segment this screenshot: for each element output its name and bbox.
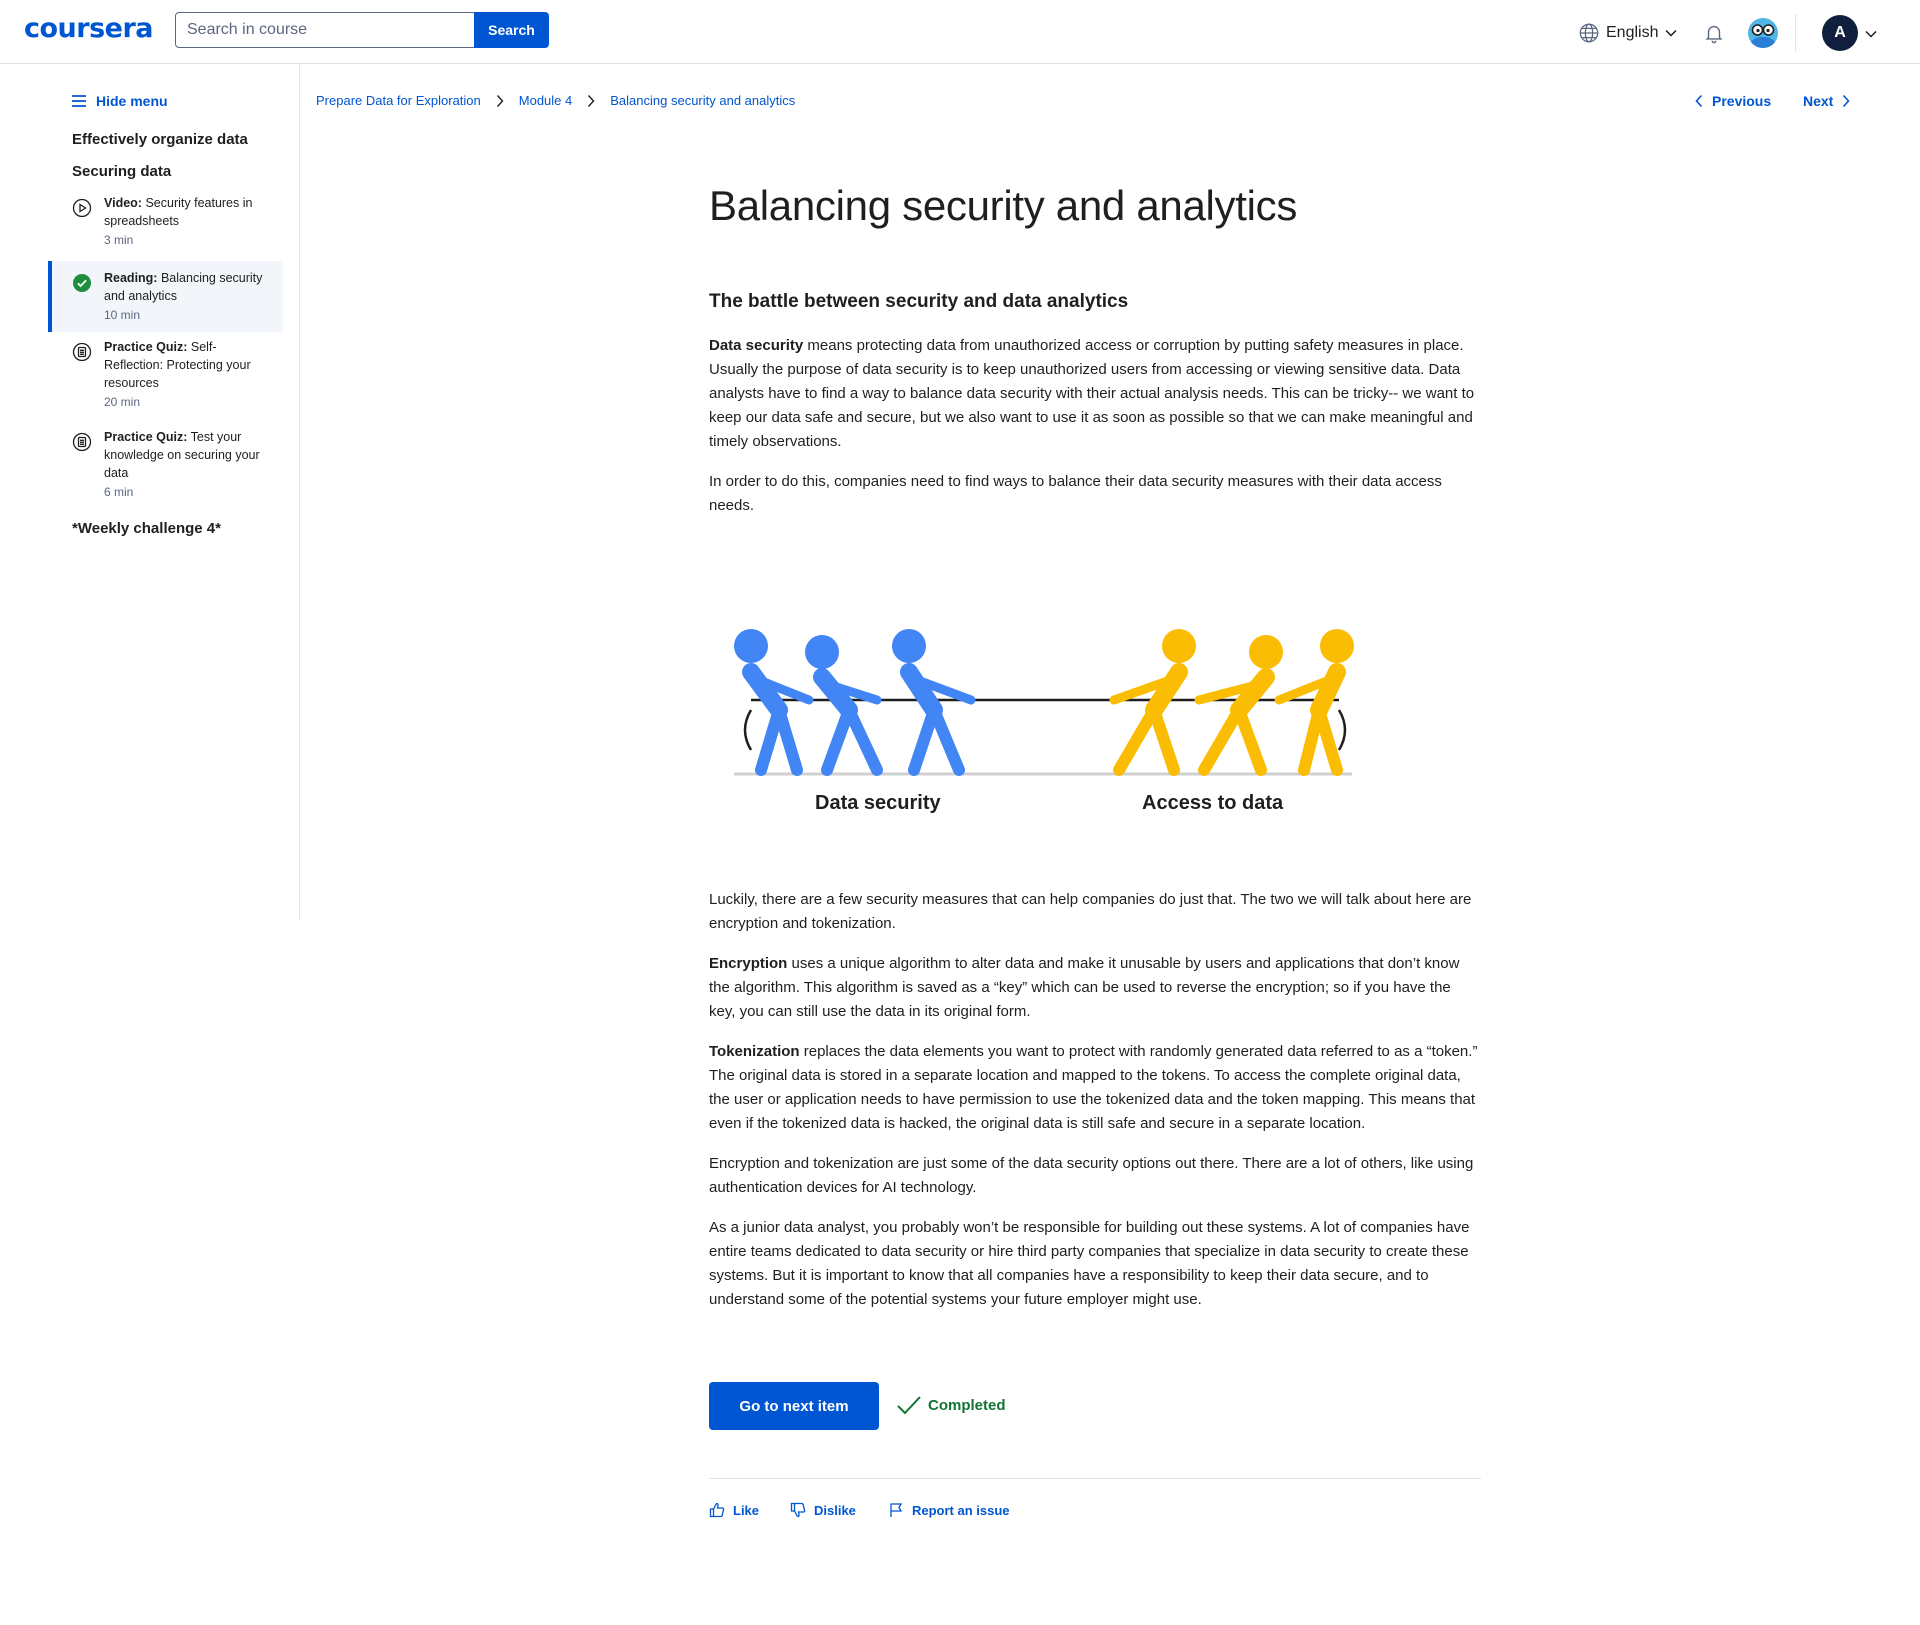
like-label: Like xyxy=(733,1502,760,1518)
chevron-left-icon xyxy=(1695,94,1703,108)
go-to-next-item-button[interactable]: Go to next item xyxy=(709,1382,879,1430)
search-input[interactable] xyxy=(175,12,475,48)
item-kind: Video: xyxy=(104,196,142,210)
hide-menu-label: Hide menu xyxy=(96,93,168,109)
item-kind: Reading: xyxy=(104,271,158,285)
globe-icon xyxy=(1579,23,1599,43)
chevron-down-icon xyxy=(1665,29,1678,37)
chevron-right-icon xyxy=(1843,94,1850,108)
term-encryption: Encryption xyxy=(709,955,788,972)
language-selector[interactable]: English xyxy=(1578,22,1678,44)
paragraph-text: means protecting data from unauthorized … xyxy=(709,337,1475,450)
item-duration: 10 min xyxy=(104,308,141,322)
section-heading: The battle between security and data ana… xyxy=(709,291,1129,312)
term-data-security: Data security xyxy=(709,337,804,354)
section-title-securing[interactable]: Securing data xyxy=(72,163,171,180)
term-tokenization: Tokenization xyxy=(709,1043,800,1060)
next-label: Next xyxy=(1803,93,1834,109)
dislike-button[interactable]: Dislike xyxy=(790,1502,856,1518)
paragraph-text: replaces the data elements you want to p… xyxy=(709,1043,1478,1132)
course-outline-sidebar: Hide menu Effectively organize data Secu… xyxy=(0,64,300,920)
previous-label: Previous xyxy=(1712,93,1772,109)
breadcrumb-current[interactable]: Balancing security and analytics xyxy=(610,93,795,108)
section-title-organize[interactable]: Effectively organize data xyxy=(72,131,248,148)
language-label: English xyxy=(1606,24,1659,41)
report-label: Report an issue xyxy=(912,1502,1010,1518)
sidebar-item-practice-quiz-1[interactable]: Practice Quiz: Self-Reflection: Protecti… xyxy=(48,334,283,420)
item-duration: 20 min xyxy=(104,395,141,409)
user-avatar[interactable]: A xyxy=(1822,15,1858,51)
notification-bell-icon[interactable] xyxy=(1703,22,1725,44)
header-divider xyxy=(1795,14,1796,52)
completed-status: Completed xyxy=(896,1394,1006,1416)
quiz-icon xyxy=(72,342,92,362)
coursera-logo[interactable]: coursera xyxy=(24,13,154,44)
breadcrumb-module[interactable]: Module 4 xyxy=(519,93,572,108)
tug-of-war-illustration: Data security Access to data xyxy=(709,580,1369,830)
figure-label-data-security: Data security xyxy=(815,792,941,814)
quiz-icon xyxy=(72,432,92,452)
menu-icon xyxy=(72,95,86,107)
sidebar-item-reading-active[interactable]: Reading: Balancing security and analytic… xyxy=(48,261,283,332)
content-divider xyxy=(709,1478,1481,1479)
section-title-weekly-challenge[interactable]: *Weekly challenge 4* xyxy=(72,520,221,537)
paragraph-security-measures: Luckily, there are a few security measur… xyxy=(709,891,1472,932)
paragraph-data-security: Data security means protecting data from… xyxy=(709,334,1481,454)
thumbs-down-icon xyxy=(790,1502,806,1518)
breadcrumb: Prepare Data for Exploration Module 4 Ba… xyxy=(316,93,795,108)
coach-icon[interactable] xyxy=(1747,17,1779,49)
dislike-label: Dislike xyxy=(814,1502,856,1518)
like-button[interactable]: Like xyxy=(709,1502,759,1518)
chevron-down-icon[interactable] xyxy=(1864,27,1878,41)
paragraph-tokenization: Tokenization replaces the data elements … xyxy=(709,1040,1481,1136)
next-button[interactable]: Next xyxy=(1803,93,1851,109)
thumbs-up-icon xyxy=(709,1502,725,1518)
paragraph-balance: In order to do this, companies need to f… xyxy=(709,473,1442,514)
figure-label-access-to-data: Access to data xyxy=(1142,792,1284,814)
sidebar-item-video[interactable]: Video: Security features in spreadsheets… xyxy=(48,190,283,256)
paragraph-encryption: Encryption uses a unique algorithm to al… xyxy=(709,952,1481,1024)
report-issue-button[interactable]: Report an issue xyxy=(888,1502,1010,1518)
check-circle-icon xyxy=(73,274,91,292)
checkmark-icon xyxy=(897,1396,921,1415)
paragraph-text: uses a unique algorithm to alter data an… xyxy=(709,955,1460,1020)
reading-content: Balancing security and analytics The bat… xyxy=(709,180,1481,1308)
flag-icon xyxy=(890,1503,903,1517)
top-navigation-bar: coursera Search English A xyxy=(0,0,1920,64)
previous-button[interactable]: Previous xyxy=(1694,93,1771,109)
play-circle-icon xyxy=(72,198,92,218)
search-button[interactable]: Search xyxy=(474,12,549,48)
breadcrumb-course[interactable]: Prepare Data for Exploration xyxy=(316,93,481,108)
hide-menu-button[interactable]: Hide menu xyxy=(72,93,168,109)
item-duration: 6 min xyxy=(104,485,134,499)
item-kind: Practice Quiz: xyxy=(104,430,188,444)
completed-label: Completed xyxy=(928,1396,1006,1414)
item-duration: 3 min xyxy=(104,233,134,247)
sidebar-item-practice-quiz-2[interactable]: Practice Quiz: Test your knowledge on se… xyxy=(48,424,283,510)
item-kind: Practice Quiz: xyxy=(104,340,188,354)
page-title: Balancing security and analytics xyxy=(709,182,1298,229)
paragraph-junior-analyst: As a junior data analyst, you probably w… xyxy=(709,1219,1470,1308)
paragraph-other-options: Encryption and tokenization are just som… xyxy=(709,1155,1474,1196)
chevron-right-icon xyxy=(496,94,504,107)
chevron-right-icon xyxy=(588,94,595,107)
